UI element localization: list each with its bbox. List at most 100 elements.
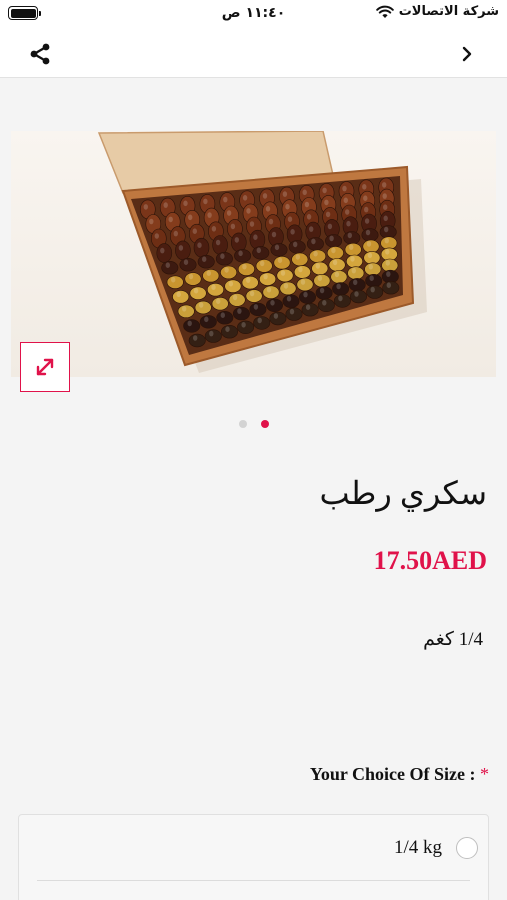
- date-highlight: [230, 223, 236, 230]
- date-fruit: [344, 242, 362, 257]
- date-highlight: [386, 282, 391, 288]
- date-highlight: [324, 199, 329, 206]
- date-fruit: [313, 274, 331, 288]
- date-highlight: [163, 202, 168, 208]
- date-fruit: [241, 275, 259, 290]
- date-highlight: [350, 256, 355, 262]
- date-highlight: [286, 295, 292, 302]
- date-highlight: [253, 304, 259, 310]
- size-option-row[interactable]: 1/4 kg: [37, 815, 478, 881]
- date-fruit: [348, 278, 366, 292]
- date-fruit: [293, 265, 311, 279]
- date-fruit: [288, 240, 306, 254]
- date-highlight: [300, 279, 306, 285]
- status-bar: ١١:٤٠ ص شركة الاتصالات: [0, 0, 507, 30]
- date-fruit: [298, 290, 316, 304]
- size-option-label: 1/4 kg: [393, 837, 442, 858]
- date-highlight: [253, 234, 258, 240]
- date-highlight: [226, 210, 232, 216]
- date-fruit: [317, 298, 335, 313]
- date-fruit: [183, 319, 201, 333]
- date-highlight: [143, 204, 148, 210]
- date-highlight: [322, 300, 327, 306]
- date-fruit: [252, 246, 270, 260]
- product-image[interactable]: [11, 131, 496, 377]
- date-fruit: [381, 258, 399, 273]
- date-highlight: [249, 221, 255, 227]
- date-highlight: [197, 242, 202, 248]
- product-weight: 1/4 كغم: [423, 629, 483, 650]
- date-highlight: [365, 229, 371, 236]
- date-highlight: [257, 317, 262, 324]
- date-highlight: [277, 257, 283, 263]
- date-fruit: [291, 252, 309, 267]
- date-highlight: [303, 291, 308, 298]
- date-fruit: [249, 302, 267, 317]
- date-highlight: [183, 259, 189, 265]
- date-highlight: [305, 304, 311, 310]
- date-fruit: [194, 300, 212, 315]
- date-highlight: [282, 191, 288, 197]
- date-highlight: [385, 260, 390, 266]
- date-fruit: [306, 237, 324, 251]
- date-highlight: [317, 275, 323, 281]
- pager-dot-2[interactable]: [260, 420, 269, 428]
- date-highlight: [302, 189, 307, 196]
- date-fruit: [269, 311, 287, 326]
- date-fruit: [179, 257, 197, 272]
- share-button[interactable]: [24, 39, 56, 69]
- date-highlight: [346, 220, 351, 227]
- date-highlight: [273, 313, 279, 319]
- product-price: 17.50AED: [373, 546, 487, 575]
- size-choice-label: Your Choice Of Size :: [309, 764, 476, 784]
- date-highlight: [207, 212, 212, 218]
- date-highlight: [206, 270, 211, 276]
- date-highlight: [370, 286, 375, 293]
- date-highlight: [384, 226, 389, 233]
- date-fruit: [266, 298, 284, 313]
- date-fruit: [234, 249, 252, 263]
- date-highlight: [193, 335, 198, 341]
- date-highlight: [187, 320, 192, 327]
- size-option-radio[interactable]: [456, 837, 478, 859]
- date-highlight: [266, 286, 272, 293]
- date-highlight: [246, 277, 251, 283]
- date-highlight: [319, 287, 325, 294]
- pager-dot-1[interactable]: [238, 420, 247, 428]
- date-fruit: [285, 307, 303, 321]
- date-highlight: [298, 266, 303, 273]
- date-highlight: [178, 245, 184, 251]
- date-fruit: [380, 236, 398, 250]
- date-highlight: [168, 216, 173, 223]
- date-highlight: [274, 244, 280, 251]
- date-highlight: [183, 200, 188, 207]
- date-highlight: [354, 291, 359, 297]
- date-fruit: [279, 281, 297, 296]
- date-highlight: [182, 306, 187, 312]
- date-highlight: [228, 280, 234, 287]
- date-fruit: [361, 228, 379, 242]
- date-highlight: [338, 295, 343, 302]
- date-fruit: [199, 315, 217, 329]
- date-highlight: [256, 247, 261, 254]
- date-highlight: [329, 235, 334, 242]
- date-highlight: [322, 187, 327, 194]
- date-highlight: [176, 291, 181, 298]
- date-highlight: [362, 184, 367, 190]
- date-fruit: [237, 262, 255, 276]
- date-fruit: [330, 270, 348, 284]
- date-fruit: [221, 325, 239, 339]
- date-fruit: [204, 329, 222, 343]
- date-highlight: [202, 256, 207, 262]
- date-fruit: [255, 259, 273, 273]
- date-highlight: [293, 241, 298, 248]
- expand-image-button[interactable]: [20, 342, 70, 392]
- date-highlight: [270, 300, 275, 306]
- date-highlight: [154, 233, 159, 239]
- date-fruit: [156, 243, 173, 263]
- date-highlight: [271, 231, 277, 238]
- date-highlight: [232, 294, 238, 301]
- date-fruit: [311, 261, 329, 276]
- back-button[interactable]: [457, 42, 477, 66]
- date-highlight: [215, 239, 221, 246]
